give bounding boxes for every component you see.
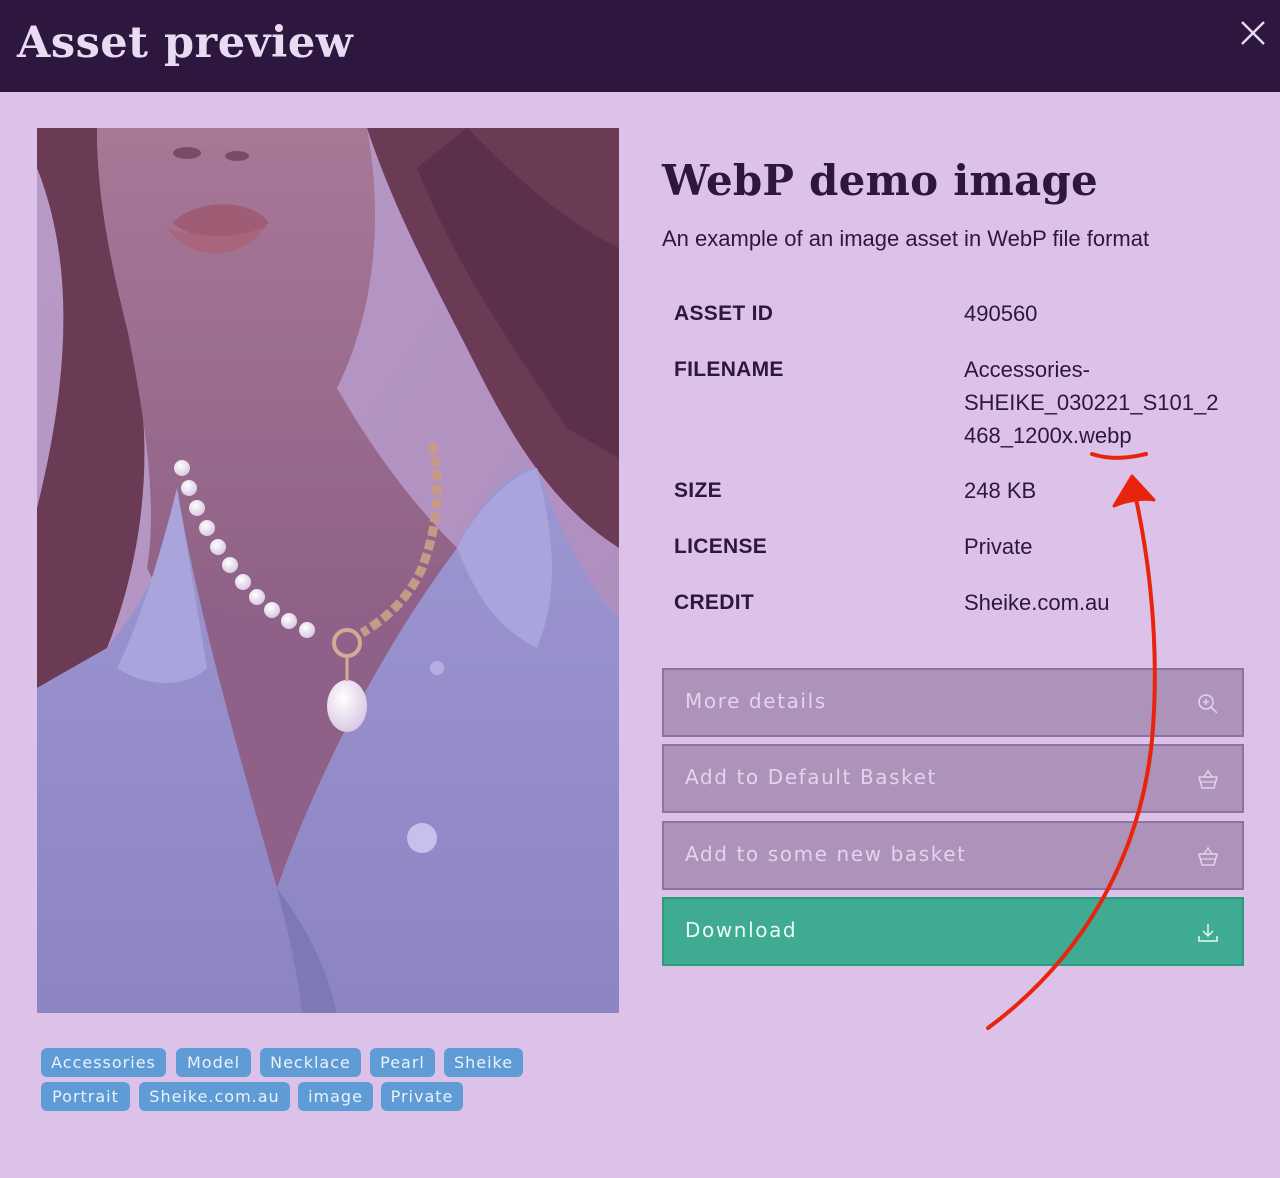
filename-line: 468_1200x.webp [964,423,1132,448]
add-to-default-basket-button[interactable]: Add to Default Basket [662,744,1244,813]
size-value: 248 KB [964,478,1037,503]
add-to-new-basket-button[interactable]: Add to some new basket [662,821,1244,890]
credit-value: Sheike.com.au [964,590,1110,615]
filename-line: Accessories- [964,357,1090,382]
license-value: Private [964,534,1033,559]
download-icon [1198,924,1218,942]
asset-preview-image [37,128,619,1013]
filename-value: Accessories- SHEIKE_030221_S101_2 468_12… [964,353,1218,452]
license-label: LICENSE [674,535,768,558]
add-to-new-basket-label: Add to some new basket [685,842,967,866]
close-button[interactable] [1236,16,1270,50]
tag-pearl[interactable]: Pearl [370,1048,435,1077]
modal-header: Asset preview [0,0,1280,92]
tag-portrait[interactable]: Portrait [41,1082,130,1111]
download-label: Download [685,918,798,942]
modal-title: Asset preview [17,18,354,68]
asset-title: WebP demo image [662,156,1098,205]
add-to-default-basket-label: Add to Default Basket [685,765,937,789]
tag-model[interactable]: Model [176,1048,251,1077]
close-icon[interactable] [1236,16,1270,50]
tag-private[interactable]: Private [381,1082,463,1111]
size-label: SIZE [674,479,722,502]
tag-image[interactable]: image [298,1082,373,1111]
basket-icon [1198,769,1218,789]
tag-sheike[interactable]: Sheike [444,1048,523,1077]
credit-label: CREDIT [674,591,754,614]
tag-sheike-com-au[interactable]: Sheike.com.au [139,1082,290,1111]
asset-id-value: 490560 [964,301,1038,326]
tag-necklace[interactable]: Necklace [260,1048,361,1077]
asset-id-label: ASSET ID [674,302,774,325]
basket-icon [1198,846,1218,866]
more-details-label: More details [685,689,827,713]
zoom-in-icon [1198,694,1218,714]
tag-accessories[interactable]: Accessories [41,1048,166,1077]
filename-line: SHEIKE_030221_S101_2 [964,390,1219,415]
filename-label: FILENAME [674,358,784,381]
more-details-button[interactable]: More details [662,668,1244,737]
asset-description: An example of an image asset in WebP fil… [662,226,1150,251]
download-button[interactable]: Download [662,897,1244,966]
